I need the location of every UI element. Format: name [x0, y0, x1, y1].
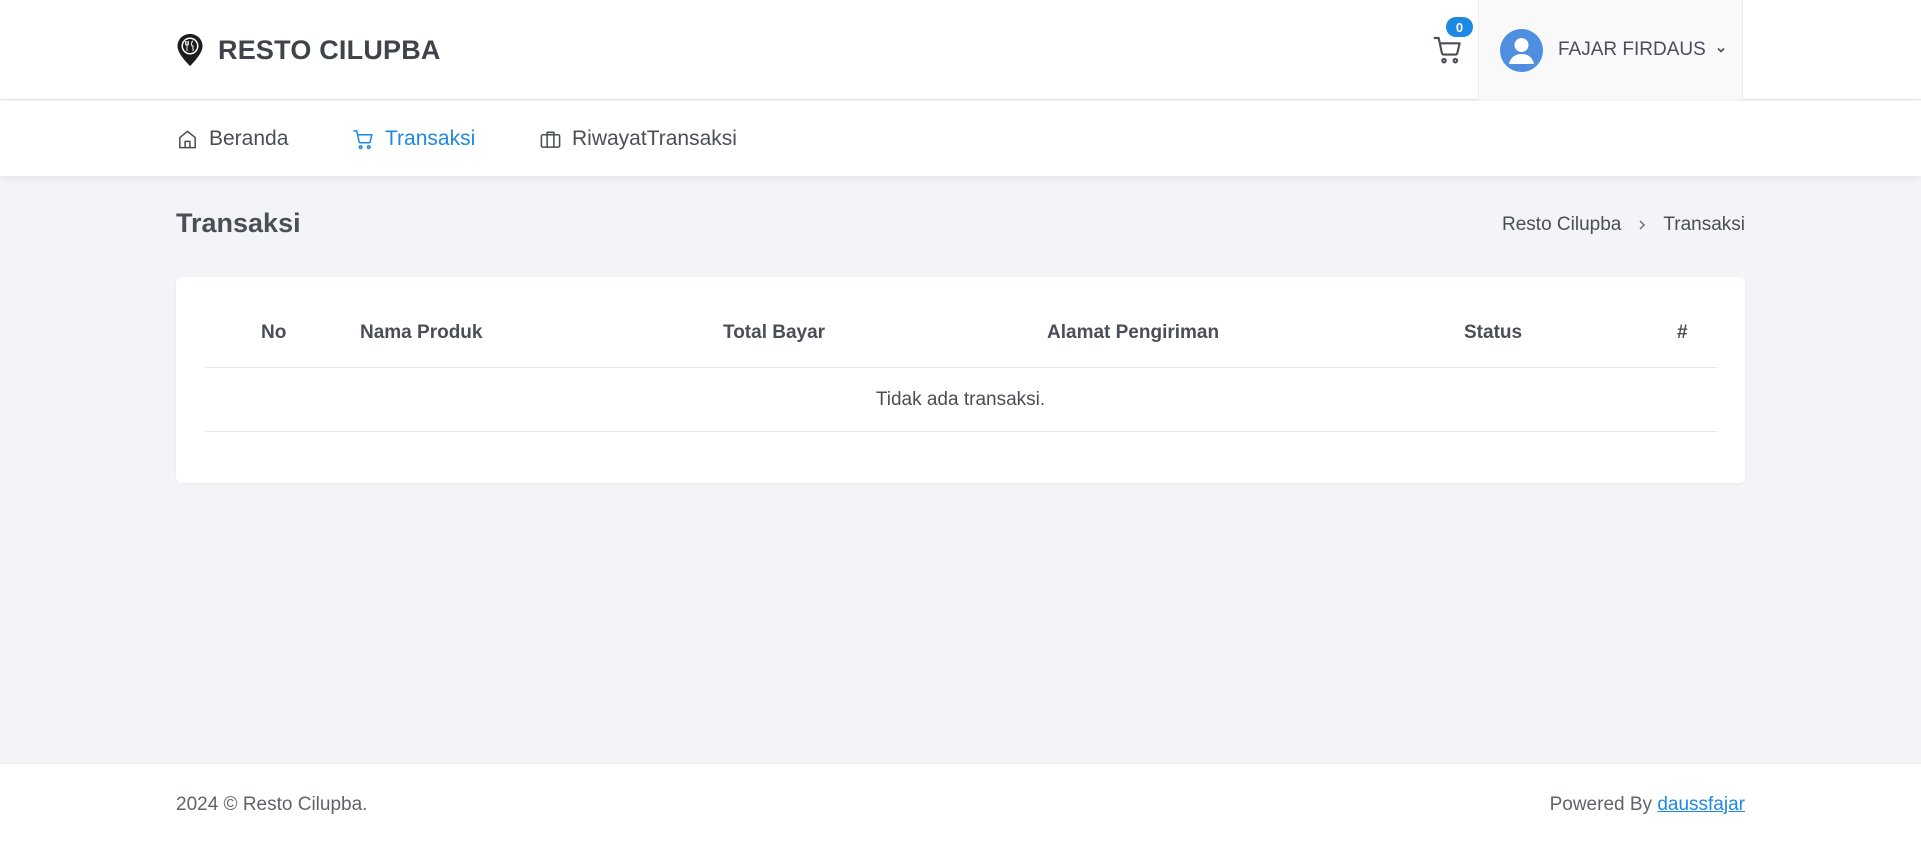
chevron-right-icon	[1639, 220, 1646, 230]
nav-item-label: RiwayatTransaksi	[572, 127, 737, 150]
nav-item-riwayat-transaksi[interactable]: RiwayatTransaksi	[539, 123, 737, 155]
user-name: FAJAR FIRDAUS	[1558, 39, 1706, 60]
table-header: No Nama Produk Total Bayar Alamat Pengir…	[204, 311, 1717, 368]
user-avatar-icon	[1509, 37, 1534, 64]
transactions-card: No Nama Produk Total Bayar Alamat Pengir…	[176, 277, 1745, 483]
home-icon	[179, 130, 196, 148]
nav-item-label: Beranda	[209, 127, 289, 150]
column-header-nama-produk: Nama Produk	[360, 322, 483, 343]
column-header-actions: #	[1677, 322, 1688, 343]
cart-count-badge: 0	[1446, 17, 1473, 37]
nav-item-label: Transaksi	[385, 127, 476, 150]
author-link[interactable]: daussfajar	[1657, 794, 1745, 815]
restaurant-pin-icon	[177, 34, 203, 66]
column-header-alamat-pengiriman: Alamat Pengiriman	[1047, 322, 1220, 343]
footer-copyright: 2024 © Resto Cilupba.	[176, 794, 368, 815]
cart-icon	[1433, 36, 1461, 64]
breadcrumb: Resto Cilupba Transaksi	[1502, 214, 1745, 236]
chevron-down-icon	[1717, 47, 1725, 53]
nav-item-beranda[interactable]: Beranda	[176, 123, 288, 155]
powered-by-label: Powered By	[1549, 794, 1658, 815]
table-empty-row: Tidak ada transaksi.	[204, 368, 1717, 432]
user-menu-dropdown[interactable]: FAJAR FIRDAUS	[1478, 0, 1743, 100]
main-navbar: Beranda Transaksi RiwayatTransaksi	[0, 101, 1921, 176]
column-header-no: No	[261, 322, 287, 343]
cart-icon	[353, 129, 373, 149]
nav-item-transaksi[interactable]: Transaksi	[352, 123, 475, 155]
page-title: Transaksi	[176, 208, 301, 238]
breadcrumb-link-home[interactable]: Resto Cilupba	[1502, 214, 1621, 236]
brand-logo-link[interactable]: RESTO CILUPBA	[176, 30, 441, 70]
column-header-status: Status	[1464, 322, 1523, 343]
avatar	[1500, 28, 1543, 72]
empty-message: Tidak ada transaksi.	[875, 388, 1046, 410]
briefcase-icon	[540, 131, 561, 148]
transactions-table: No Nama Produk Total Bayar Alamat Pengir…	[204, 311, 1717, 432]
top-header: RESTO CILUPBA 0 FAJAR FIRDAUS	[0, 0, 1921, 100]
footer: 2024 © Resto Cilupba. Powered By daussfa…	[0, 763, 1921, 847]
breadcrumb-current: Transaksi	[1663, 214, 1745, 235]
footer-credit: Powered By daussfajar	[1550, 794, 1745, 816]
brand-name: RESTO CILUPBA	[218, 34, 441, 65]
column-header-total-bayar: Total Bayar	[723, 322, 826, 343]
